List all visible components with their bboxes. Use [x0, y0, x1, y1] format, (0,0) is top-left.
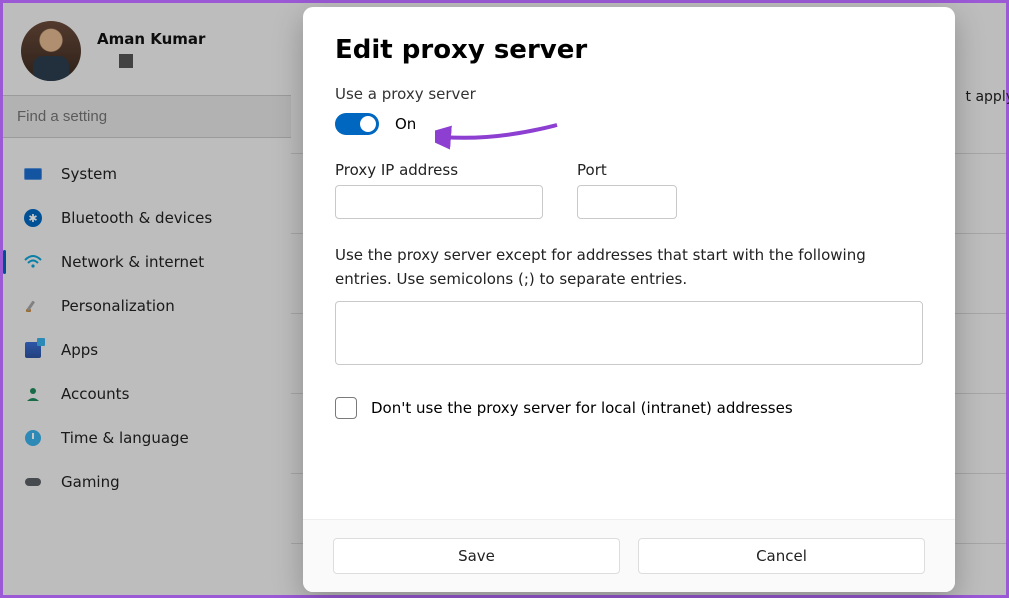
sidebar-item-network[interactable]: Network & internet — [3, 240, 291, 284]
use-proxy-label: Use a proxy server — [335, 85, 923, 103]
avatar — [21, 21, 81, 81]
dialog-title: Edit proxy server — [335, 35, 923, 65]
profile-status-icon — [119, 54, 133, 68]
exceptions-textarea[interactable] — [335, 301, 923, 365]
sidebar-item-accounts[interactable]: Accounts — [3, 372, 291, 416]
sidebar-item-label: Gaming — [61, 473, 120, 491]
brush-icon — [23, 296, 43, 316]
proxy-port-label: Port — [577, 161, 677, 179]
sidebar-item-personalization[interactable]: Personalization — [3, 284, 291, 328]
profile-block[interactable]: Aman Kumar — [3, 17, 291, 95]
gamepad-icon — [23, 472, 43, 492]
clock-icon — [23, 428, 43, 448]
background-text-fragment: t apply — [966, 89, 1009, 105]
use-proxy-toggle[interactable] — [335, 113, 379, 135]
sidebar-item-label: System — [61, 165, 117, 183]
sidebar-nav: System ✱ Bluetooth & devices Network & i… — [3, 138, 291, 504]
sidebar-item-bluetooth[interactable]: ✱ Bluetooth & devices — [3, 196, 291, 240]
apps-icon — [23, 340, 43, 360]
wifi-icon — [23, 252, 43, 272]
search-input[interactable] — [3, 96, 291, 137]
sidebar-item-label: Personalization — [61, 297, 175, 315]
profile-name: Aman Kumar — [97, 30, 205, 48]
cancel-button[interactable]: Cancel — [638, 538, 925, 574]
sidebar-item-label: Apps — [61, 341, 98, 359]
sidebar-item-label: Network & internet — [61, 253, 204, 271]
settings-sidebar: Aman Kumar System ✱ Bluetooth & devices … — [3, 3, 291, 595]
save-button[interactable]: Save — [333, 538, 620, 574]
sidebar-item-system[interactable]: System — [3, 152, 291, 196]
exceptions-label: Use the proxy server except for addresse… — [335, 243, 923, 291]
sidebar-item-gaming[interactable]: Gaming — [3, 460, 291, 504]
system-icon — [23, 164, 43, 184]
toggle-state-text: On — [395, 115, 416, 133]
local-bypass-checkbox[interactable] — [335, 397, 357, 419]
sidebar-item-label: Accounts — [61, 385, 129, 403]
sidebar-item-time[interactable]: Time & language — [3, 416, 291, 460]
bluetooth-icon: ✱ — [23, 208, 43, 228]
proxy-ip-label: Proxy IP address — [335, 161, 543, 179]
sidebar-item-label: Bluetooth & devices — [61, 209, 212, 227]
proxy-port-input[interactable] — [577, 185, 677, 219]
sidebar-item-apps[interactable]: Apps — [3, 328, 291, 372]
person-icon — [23, 384, 43, 404]
edit-proxy-dialog: Edit proxy server Use a proxy server On … — [303, 7, 955, 592]
sidebar-item-label: Time & language — [61, 429, 189, 447]
local-bypass-label: Don't use the proxy server for local (in… — [371, 399, 793, 417]
proxy-ip-input[interactable] — [335, 185, 543, 219]
